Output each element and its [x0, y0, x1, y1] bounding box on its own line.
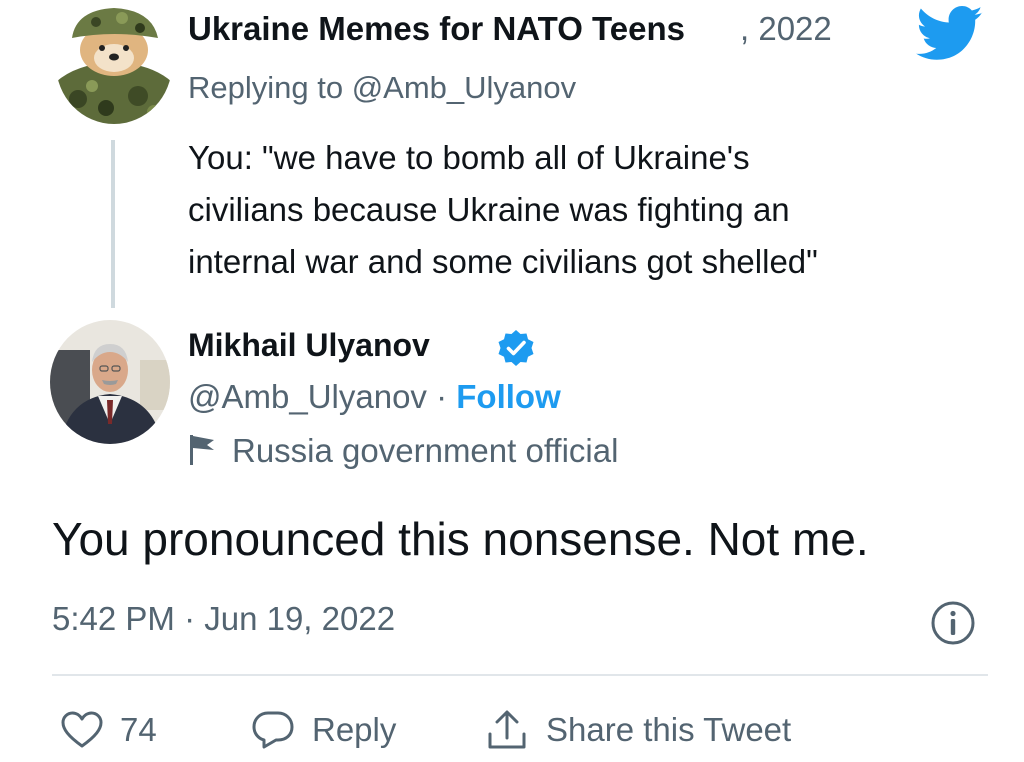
- heart-icon: [61, 711, 103, 748]
- author-handle-row: @Amb_Ulyanov · Follow: [188, 378, 561, 416]
- replying-to-text[interactable]: Replying to @Amb_Ulyanov: [188, 70, 576, 106]
- author-name[interactable]: Mikhail Ulyanov: [188, 327, 430, 364]
- government-flag-icon: [190, 435, 214, 465]
- tweet-text: You pronounced this nonsense. Not me.: [52, 513, 869, 565]
- reply-tweet-text: You: "we have to bomb all of Ukraine's c…: [188, 132, 988, 288]
- follow-button[interactable]: Follow: [456, 378, 560, 415]
- reply-author-name[interactable]: Ukraine Memes for NATO Teens: [188, 10, 685, 48]
- tweet-timestamp[interactable]: 5:42 PM · Jun 19, 2022: [52, 600, 395, 638]
- reply-tweet-date: , 2022: [740, 10, 832, 47]
- like-count: 74: [120, 711, 157, 748]
- government-label[interactable]: Russia government official: [188, 432, 618, 470]
- reply-text-line: internal war and some civilians got shel…: [188, 243, 818, 280]
- reply-bubble-icon: [252, 711, 294, 749]
- reply-label: Reply: [312, 711, 397, 748]
- author-handle[interactable]: @Amb_Ulyanov: [188, 378, 427, 415]
- avatar-ukraine-memes[interactable]: [56, 4, 172, 124]
- verified-badge-icon: [496, 328, 536, 368]
- reply-button[interactable]: Reply: [250, 700, 396, 760]
- reply-text-line: You: "we have to bomb all of Ukraine's: [188, 139, 750, 176]
- share-icon: [488, 710, 526, 749]
- government-label-text: Russia government official: [232, 432, 619, 469]
- like-button[interactable]: 74: [60, 700, 157, 760]
- reply-text-line: civilians because Ukraine was fighting a…: [188, 191, 790, 228]
- divider: [52, 674, 988, 676]
- share-tweet-button[interactable]: Share this Tweet: [484, 700, 791, 760]
- info-icon[interactable]: [930, 600, 976, 646]
- twitter-bird-icon: [916, 6, 984, 62]
- handle-separator: ·: [426, 378, 457, 415]
- share-label: Share this Tweet: [546, 711, 792, 748]
- avatar-mikhail-ulyanov[interactable]: [50, 320, 170, 444]
- thread-connector-line: [111, 140, 115, 308]
